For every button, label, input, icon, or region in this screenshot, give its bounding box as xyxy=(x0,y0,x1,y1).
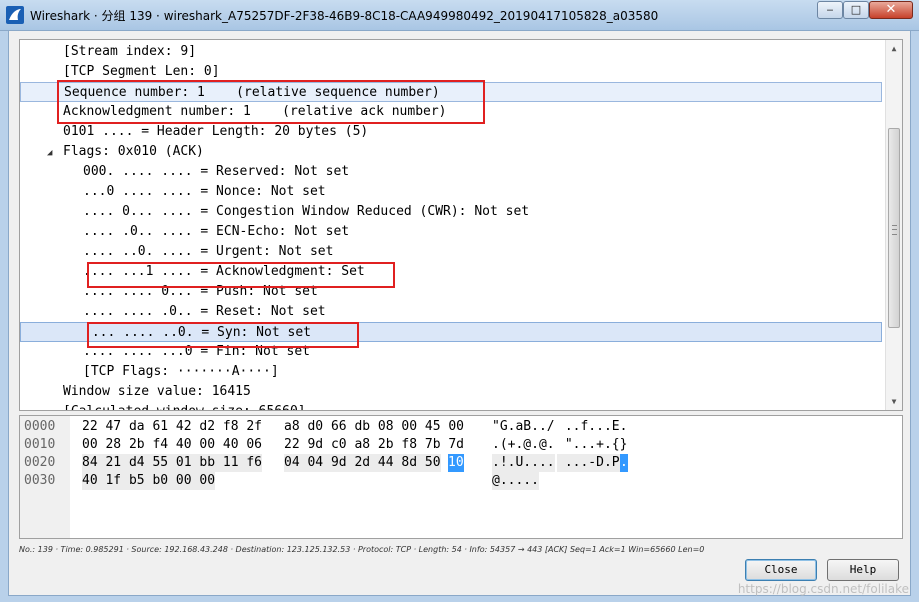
tree-row[interactable]: [Stream index: 9] xyxy=(20,42,882,62)
tree-row[interactable]: 0101 .... = Header Length: 20 bytes (5) xyxy=(20,122,882,142)
tree-row[interactable]: .... .... ..0. = Syn: Not set xyxy=(20,322,882,342)
tree-row-label: 0101 .... = Header Length: 20 bytes (5) xyxy=(63,124,369,139)
hex-offset: 0020 xyxy=(24,455,56,470)
tree-row[interactable]: Window size value: 16415 xyxy=(20,382,882,402)
help-button[interactable]: Help xyxy=(827,559,899,581)
selected-ascii-char[interactable]: . xyxy=(620,454,628,472)
tree-row-label: .... .... .0.. = Reset: Not set xyxy=(83,304,326,319)
ascii-group-a[interactable]: .!.U.... xyxy=(492,454,555,472)
scroll-thumb[interactable] xyxy=(888,128,900,328)
hex-offset: 0010 xyxy=(24,437,56,452)
tree-row-label: [TCP Flags: ·······A····] xyxy=(83,364,279,379)
tree-row[interactable]: Acknowledgment number: 1 (relative ack n… xyxy=(20,102,882,122)
tree-row-label: .... ..0. .... = Urgent: Not set xyxy=(83,244,334,259)
tree-row-label: .... .... ...0 = Fin: Not set xyxy=(83,344,310,359)
tree-scrollbar[interactable]: ▲ ▼ xyxy=(885,40,902,410)
close-button[interactable]: Close xyxy=(745,559,817,581)
tree-row[interactable]: ◢ Flags: 0x010 (ACK) xyxy=(20,142,882,162)
minimize-icon: ‒ xyxy=(826,3,834,16)
title-bar: Wireshark · 分组 139 · wireshark_A75257DF-… xyxy=(0,0,919,31)
window-controls: ‒ □ ✕ xyxy=(817,1,913,21)
tree-row[interactable]: [Calculated window size: 65660] xyxy=(20,402,882,410)
wireshark-fin-icon xyxy=(6,6,24,24)
selected-hex-byte[interactable]: 10 xyxy=(448,454,464,472)
tree-row-label: .... 0... .... = Congestion Window Reduc… xyxy=(83,204,530,219)
hex-bytes-group-b[interactable]: 22 9d c0 a8 2b f8 7b 7d xyxy=(284,436,464,454)
tree-row-label: Sequence number: 1 (relative sequence nu… xyxy=(64,85,440,100)
hex-bytes-group-b[interactable]: a8 d0 66 db 08 00 45 00 xyxy=(284,418,464,436)
tree-row-label: .... .... 0... = Push: Not set xyxy=(83,284,318,299)
minimize-button[interactable]: ‒ xyxy=(817,1,843,19)
tree-row[interactable]: [TCP Flags: ·······A····] xyxy=(20,362,882,382)
tree-row[interactable]: .... ...1 .... = Acknowledgment: Set xyxy=(20,262,882,282)
tree-row-label: .... .... ..0. = Syn: Not set xyxy=(84,325,311,340)
tree-row[interactable]: .... .... .0.. = Reset: Not set xyxy=(20,302,882,322)
maximize-icon: □ xyxy=(850,3,862,16)
tree-row-label: .... .0.. .... = ECN-Echo: Not set xyxy=(83,224,350,239)
tree-row-label: Window size value: 16415 xyxy=(63,384,251,399)
tree-row-label: ...0 .... .... = Nonce: Not set xyxy=(83,184,326,199)
hex-bytes-group-a[interactable]: 00 28 2b f4 40 00 40 06 xyxy=(82,436,262,454)
tree-row-label: 000. .... .... = Reserved: Not set xyxy=(83,164,350,179)
hex-bytes-group-a[interactable]: 40 1f b5 b0 00 00 xyxy=(82,472,216,490)
packet-dialog: [Calculated window size: 65660] Window si… xyxy=(8,30,911,596)
tree-row[interactable]: [TCP Segment Len: 0] xyxy=(20,62,882,82)
tree-row-label: [Stream index: 9] xyxy=(63,44,197,59)
ascii-group-b[interactable]: ..f...E. xyxy=(557,418,628,436)
ascii-group-a[interactable]: "G.aB../ xyxy=(492,418,555,436)
ascii-group-a[interactable]: @..... xyxy=(492,472,539,490)
tree-row[interactable]: .... 0... .... = Congestion Window Reduc… xyxy=(20,202,882,222)
tree-row-label: Flags: 0x010 (ACK) xyxy=(63,144,204,159)
packet-summary-status: No.: 139 · Time: 0.985291 · Source: 192.… xyxy=(19,545,705,554)
tree-row[interactable]: .... ..0. .... = Urgent: Not set xyxy=(20,242,882,262)
maximize-button[interactable]: □ xyxy=(843,1,869,19)
close-icon: ✕ xyxy=(885,2,897,17)
close-window-button[interactable]: ✕ xyxy=(869,1,913,19)
hex-offset: 0030 xyxy=(24,473,56,488)
tree-row[interactable]: .... .... 0... = Push: Not set xyxy=(20,282,882,302)
tree-row[interactable]: ...0 .... .... = Nonce: Not set xyxy=(20,182,882,202)
hex-offset: 0000 xyxy=(24,419,56,434)
grip-icon xyxy=(892,225,897,235)
tree-row[interactable]: 000. .... .... = Reserved: Not set xyxy=(20,162,882,182)
tree-row-label: [Calculated window size: 65660] xyxy=(63,404,306,410)
tree-row-label: Acknowledgment number: 1 (relative ack n… xyxy=(63,104,447,119)
tree-row-label: [TCP Segment Len: 0] xyxy=(63,64,220,79)
ascii-group-b[interactable]: "...+.{} xyxy=(557,436,628,454)
packet-details-tree[interactable]: [Calculated window size: 65660] Window si… xyxy=(19,39,903,411)
tree-row[interactable]: .... .0.. .... = ECN-Echo: Not set xyxy=(20,222,882,242)
scroll-down-icon[interactable]: ▼ xyxy=(886,393,902,410)
hex-bytes-group-a[interactable]: 22 47 da 61 42 d2 f8 2f xyxy=(82,418,262,436)
hex-bytes-group-b[interactable]: 04 04 9d 2d 44 8d 50 xyxy=(284,454,441,472)
window-title: Wireshark · 分组 139 · wireshark_A75257DF-… xyxy=(30,9,659,23)
scroll-up-icon[interactable]: ▲ xyxy=(886,40,902,57)
packet-bytes-pane[interactable]: 0000 22 47 da 61 42 d2 f8 2f a8 d0 66 db 0… xyxy=(19,415,903,539)
ascii-group-a[interactable]: .(+.@.@. xyxy=(492,436,555,454)
expand-arrow-icon[interactable]: ◢ xyxy=(47,143,57,163)
tree-row[interactable]: .... .... ...0 = Fin: Not set xyxy=(20,342,882,362)
tree-row[interactable]: Sequence number: 1 (relative sequence nu… xyxy=(20,82,882,102)
ascii-group-b[interactable]: ...-D.P xyxy=(557,454,620,472)
watermark: https://blog.csdn.net/folilake xyxy=(737,582,909,596)
hex-bytes-group-a[interactable]: 84 21 d4 55 01 bb 11 f6 xyxy=(82,454,263,472)
tree-row-label: .... ...1 .... = Acknowledgment: Set xyxy=(83,264,365,279)
